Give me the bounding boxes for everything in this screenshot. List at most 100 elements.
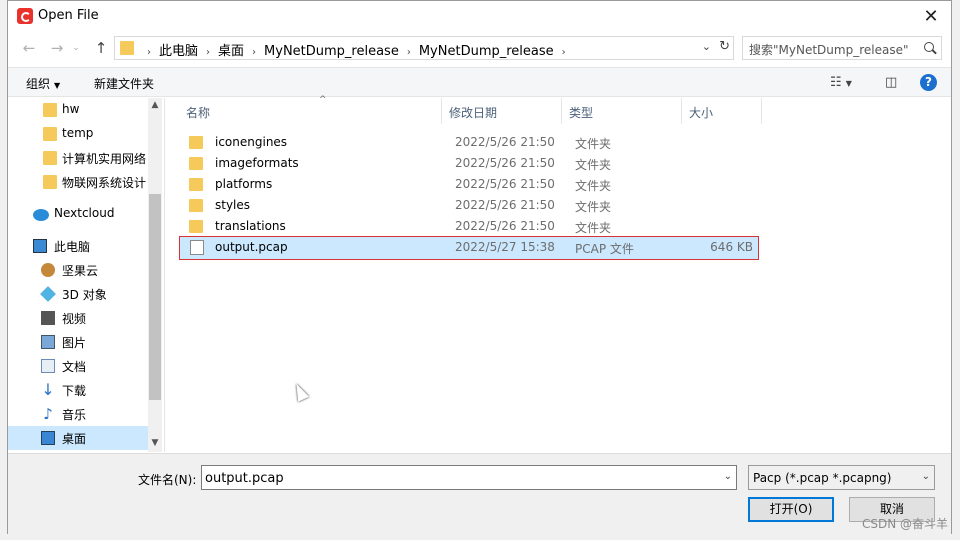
file-type: 文件夹 <box>575 179 612 193</box>
sidebar-item-downloads[interactable]: ↓ 下载 <box>8 378 148 402</box>
chevron-right-icon: › <box>147 47 151 58</box>
file-type-filter-value: Pacp (*.pcap *.pcapng) <box>753 471 892 485</box>
chevron-right-icon[interactable]: › <box>252 47 256 58</box>
sidebar-scrollbar[interactable]: ▲ ▼ <box>148 98 162 452</box>
sidebar-item-label: 音乐 <box>62 408 87 422</box>
forward-arrow-icon[interactable]: → <box>46 38 68 58</box>
sidebar-item-hw[interactable]: hw <box>8 98 148 122</box>
file-modified: 2022/5/26 21:50 <box>455 219 555 233</box>
file-name: styles <box>215 198 251 212</box>
breadcrumb-item[interactable]: MyNetDump_release <box>419 44 554 59</box>
search-input[interactable]: 搜索"MyNetDump_release" <box>749 41 908 58</box>
3d-objects-icon <box>40 286 56 302</box>
sidebar-item-desktop[interactable]: 桌面 <box>8 426 148 450</box>
folder-icon <box>189 220 203 233</box>
view-options-icon[interactable]: ☷ ▼ <box>830 75 852 90</box>
back-arrow-icon[interactable]: ← <box>18 38 40 58</box>
scroll-down-icon[interactable]: ▼ <box>148 438 162 448</box>
column-header-size[interactable]: 大小 <box>682 98 762 124</box>
up-arrow-icon[interactable]: ↑ <box>90 38 112 58</box>
file-modified: 2022/5/26 21:50 <box>455 177 555 191</box>
breadcrumb-item[interactable]: 桌面 <box>218 44 244 59</box>
sidebar-item-label: 物联网系统设计 <box>62 176 147 190</box>
title-bar: Open File ✕ <box>8 1 951 32</box>
chevron-down-icon[interactable]: ⌄ <box>922 471 930 482</box>
close-button[interactable]: ✕ <box>911 1 951 32</box>
file-row[interactable]: iconengines 2022/5/26 21:50 文件夹 <box>179 132 759 153</box>
file-type: 文件夹 <box>575 200 612 214</box>
file-modified: 2022/5/26 21:50 <box>455 156 555 170</box>
file-row[interactable]: platforms 2022/5/26 21:50 文件夹 <box>179 174 759 195</box>
sidebar-item-label: temp <box>62 126 94 140</box>
column-header-label: 名称 <box>186 106 211 120</box>
chevron-right-icon[interactable]: › <box>206 47 210 58</box>
file-type: 文件夹 <box>575 158 612 172</box>
sidebar-item-this-pc[interactable]: 此电脑 <box>8 234 148 258</box>
help-icon[interactable]: ? <box>920 74 937 91</box>
chevron-down-icon[interactable]: ⌄ <box>724 471 732 482</box>
download-icon: ↓ <box>41 380 55 399</box>
refresh-icon[interactable]: ↻ <box>719 39 730 54</box>
sidebar-item-videos[interactable]: 视频 <box>8 306 148 330</box>
column-header-type[interactable]: 类型 <box>562 98 682 124</box>
open-button[interactable]: 打开(O) <box>748 497 834 522</box>
filename-value: output.pcap <box>205 471 284 486</box>
new-folder-button[interactable]: 新建文件夹 <box>94 75 154 92</box>
file-icon <box>190 240 204 255</box>
filename-label: 文件名(N): <box>138 473 197 487</box>
file-modified: 2022/5/26 21:50 <box>455 135 555 149</box>
pictures-icon <box>41 335 55 349</box>
organize-menu[interactable]: 组织 ▼ <box>26 75 60 92</box>
sidebar-item-iot-design[interactable]: 物联网系统设计 <box>8 170 148 194</box>
file-size: 646 KB <box>710 240 753 254</box>
file-name: translations <box>215 219 286 233</box>
file-row-selected[interactable]: output.pcap 2022/5/27 15:38 PCAP 文件 646 … <box>179 236 759 260</box>
sidebar-item-jianguoyun[interactable]: 坚果云 <box>8 258 148 282</box>
documents-icon <box>41 359 55 373</box>
file-name: output.pcap <box>215 240 288 254</box>
file-row[interactable]: styles 2022/5/26 21:50 文件夹 <box>179 195 759 216</box>
folder-icon <box>189 178 203 191</box>
chevron-right-icon[interactable]: › <box>562 47 566 58</box>
file-list: 名称 ^ 修改日期 类型 大小 iconengines 2022/5/26 21… <box>164 95 951 452</box>
sidebar-item-pictures[interactable]: 图片 <box>8 330 148 354</box>
search-box[interactable]: 搜索"MyNetDump_release" <box>742 36 942 60</box>
dialog-footer: 文件名(N): output.pcap ⌄ Pacp (*.pcap *.pca… <box>8 453 951 535</box>
filename-input[interactable]: output.pcap ⌄ <box>201 465 737 490</box>
column-header-name[interactable]: 名称 ^ <box>179 95 442 124</box>
file-row[interactable]: translations 2022/5/26 21:50 文件夹 <box>179 216 759 237</box>
file-modified: 2022/5/27 15:38 <box>455 240 555 254</box>
sidebar-item-3d-objects[interactable]: 3D 对象 <box>8 282 148 306</box>
breadcrumb-item[interactable]: 此电脑 <box>159 44 198 59</box>
breadcrumb-item[interactable]: MyNetDump_release <box>264 44 399 59</box>
file-row[interactable]: imageformats 2022/5/26 21:50 文件夹 <box>179 153 759 174</box>
file-modified: 2022/5/26 21:50 <box>455 198 555 212</box>
file-type: PCAP 文件 <box>575 242 634 256</box>
chevron-right-icon[interactable]: › <box>407 47 411 58</box>
recent-locations-dropdown-icon[interactable]: ⌄ <box>70 38 82 58</box>
folder-icon <box>120 41 134 55</box>
sidebar-item-music[interactable]: ♪ 音乐 <box>8 402 148 426</box>
sidebar-item-network-course[interactable]: 计算机实用网络 <box>8 146 148 170</box>
chevron-down-icon[interactable]: ⌄ <box>702 40 711 53</box>
scrollbar-thumb[interactable] <box>149 194 161 400</box>
folder-icon <box>189 136 203 149</box>
scroll-up-icon[interactable]: ▲ <box>148 100 162 110</box>
sidebar-item-documents[interactable]: 文档 <box>8 354 148 378</box>
folder-icon <box>189 199 203 212</box>
file-type-filter[interactable]: Pacp (*.pcap *.pcapng) ⌄ <box>748 465 935 490</box>
file-type: 文件夹 <box>575 137 612 151</box>
address-row: ← → ⌄ ↑ › 此电脑 › 桌面 › MyNetDump_release › MyNetD… <box>8 34 951 62</box>
column-header-modified[interactable]: 修改日期 <box>442 98 562 124</box>
navigation-pane: hw temp 计算机实用网络 物联网系统设计 Nextcloud 此电脑 坚果… <box>8 98 162 452</box>
folder-icon <box>43 175 57 189</box>
nut-icon <box>41 263 55 277</box>
sidebar-item-temp[interactable]: temp <box>8 122 148 146</box>
cloud-icon <box>33 209 49 221</box>
search-icon[interactable] <box>924 42 934 52</box>
preview-pane-icon[interactable]: ◫ <box>885 75 897 90</box>
file-name: imageformats <box>215 156 299 170</box>
address-bar[interactable]: › 此电脑 › 桌面 › MyNetDump_release › MyNetDump_rele… <box>114 36 734 60</box>
music-icon: ♪ <box>43 405 53 423</box>
sidebar-item-nextcloud[interactable]: Nextcloud <box>8 202 148 226</box>
